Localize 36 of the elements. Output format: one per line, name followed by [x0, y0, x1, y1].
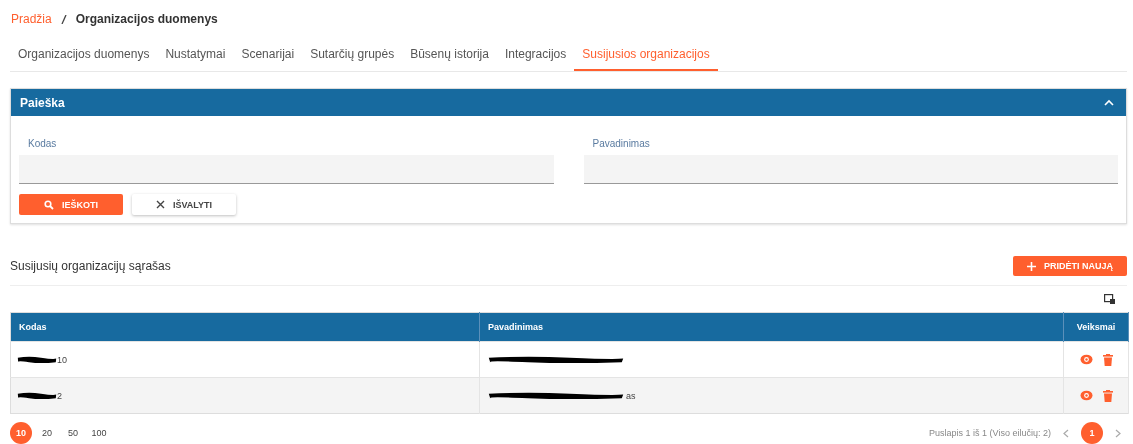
- tab[interactable]: Integracijos: [496, 38, 575, 71]
- input-field[interactable]: [19, 155, 554, 184]
- tab[interactable]: Scenarijai: [233, 38, 303, 71]
- page-size-option[interactable]: 50: [62, 422, 84, 444]
- tab[interactable]: Organizacijos duomenys: [10, 38, 158, 71]
- table-cell: 2: [57, 390, 62, 401]
- previous-page-icon[interactable]: [1063, 428, 1069, 438]
- field-label: Pavadinimas: [591, 138, 651, 149]
- column-header: Kodas: [10, 312, 480, 342]
- page-info: Puslapis 1 iš 1 (Viso eilučių: 2): [929, 428, 1051, 438]
- field-label: Kodas: [27, 138, 58, 149]
- page-size-option[interactable]: 100: [88, 422, 110, 444]
- column-header: Pavadinimas: [479, 312, 1064, 342]
- view-icon[interactable]: [1079, 390, 1093, 401]
- page-size-option[interactable]: 20: [36, 422, 58, 444]
- search-icon: [44, 199, 54, 210]
- plus-icon: [1027, 261, 1036, 271]
- breadcrumb-current: Organizacijos duomenys: [75, 12, 218, 26]
- delete-icon[interactable]: [1102, 389, 1113, 402]
- next-page-icon[interactable]: [1115, 428, 1121, 438]
- input-field[interactable]: [583, 155, 1118, 184]
- table-cell: 10: [57, 354, 67, 365]
- tab[interactable]: Sutarčių grupės: [302, 38, 403, 71]
- view-icon[interactable]: [1079, 354, 1093, 365]
- panel-title: Paieška: [20, 95, 65, 110]
- breadcrumb-separator-icon: [60, 14, 67, 24]
- tab[interactable]: Būsenų istorija: [402, 38, 497, 71]
- clear-button[interactable]: IŠVALYTI: [132, 194, 236, 215]
- column-settings-icon[interactable]: [1104, 294, 1115, 304]
- delete-icon[interactable]: [1102, 353, 1113, 366]
- tab[interactable]: Nustatymai: [157, 38, 234, 71]
- table-cell: as: [626, 390, 636, 401]
- collapse-icon[interactable]: [1104, 99, 1114, 106]
- column-header: Veiksmai: [1063, 312, 1129, 342]
- list-title: Susijusių organizacijų sąrašas: [10, 259, 171, 273]
- close-icon: [156, 200, 165, 209]
